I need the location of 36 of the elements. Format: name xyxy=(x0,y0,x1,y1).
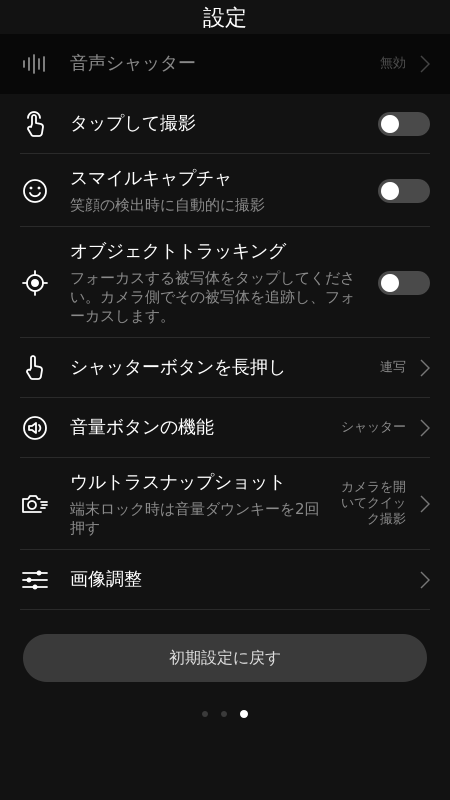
finger-icon xyxy=(24,355,46,381)
setting-value: カメラを開いてクイック撮影 xyxy=(340,480,406,528)
setting-label: 画像調整 xyxy=(70,568,143,592)
speaker-icon xyxy=(22,415,48,441)
chevron-icon xyxy=(420,419,430,437)
setting-label: ウルトラスナップショット xyxy=(70,471,287,495)
waveform-icon xyxy=(22,54,48,74)
toggle-switch[interactable] xyxy=(378,112,430,136)
page-dot[interactable] xyxy=(202,711,208,717)
target-icon xyxy=(22,270,48,296)
setting-description: フォーカスする被写体をタップしてください。カメラ側でその被写体を追跡し、フォーカスします。 xyxy=(70,269,356,326)
camera-icon xyxy=(21,492,49,516)
setting-value: 無効 xyxy=(380,56,406,72)
setting-label: オブジェクトトラッキング xyxy=(70,240,288,264)
toggle-switch[interactable] xyxy=(378,270,430,294)
chevron-icon xyxy=(420,495,430,513)
reset-button[interactable]: 初期設定に戻す xyxy=(23,634,427,682)
setting-description: 笑顔の検出時に自動的に撮影 xyxy=(70,196,266,215)
setting-label: シャッターボタンを長押し xyxy=(70,356,287,380)
setting-label: スマイルキャプチャ xyxy=(70,167,233,191)
setting-description: 端末ロック時は音量ダウンキーを2回押す xyxy=(70,500,321,538)
setting-value: シャッター xyxy=(341,420,406,436)
page-title: 設定 xyxy=(203,5,247,33)
chevron-icon xyxy=(420,55,430,73)
setting-value: 連写 xyxy=(380,360,406,376)
chevron-icon xyxy=(420,359,430,377)
page-dot[interactable] xyxy=(221,711,227,717)
chevron-icon xyxy=(420,571,430,589)
toggle-switch[interactable] xyxy=(378,178,430,202)
sliders-icon xyxy=(22,569,48,591)
page-dot[interactable] xyxy=(240,710,248,718)
setting-label: 音量ボタンの機能 xyxy=(70,416,215,440)
smiley-icon xyxy=(22,178,48,204)
tap-icon xyxy=(24,111,46,137)
setting-label: タップして撮影 xyxy=(70,112,197,136)
setting-label: 音声シャッター xyxy=(70,52,197,76)
